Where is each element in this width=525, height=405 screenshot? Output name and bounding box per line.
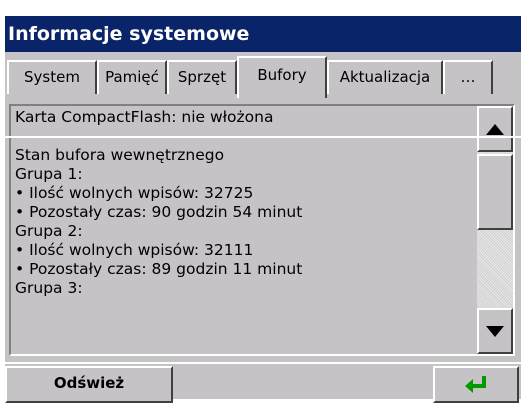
info-line: Grupa 2:	[15, 222, 83, 240]
enter-arrow-icon	[465, 376, 486, 393]
info-line: • Ilość wolnych wpisów: 32111	[15, 241, 254, 259]
tab-more[interactable]: …	[443, 60, 493, 94]
info-line: • Ilość wolnych wpisów: 32725	[15, 184, 254, 202]
info-line: Stan bufora wewnętrznego	[15, 146, 225, 164]
tab-hardware[interactable]: Sprzęt	[167, 60, 237, 94]
triangle-down-icon	[486, 325, 504, 337]
system-info-window: Informacje systemowe System Pamięć Sprzę…	[3, 14, 521, 403]
info-line: • Pozostały czas: 90 godzin 54 minut	[15, 203, 303, 221]
bottom-toolbar: Odśwież	[5, 362, 521, 403]
tab-update[interactable]: Aktualizacja	[327, 60, 443, 94]
info-line: Karta CompactFlash: nie włożona	[15, 108, 274, 126]
enter-button[interactable]	[433, 366, 519, 403]
tab-memory[interactable]: Pamięć	[97, 60, 167, 94]
window-title: Informacje systemowe	[5, 16, 521, 52]
buffer-info-text[interactable]: Karta CompactFlash: nie włożona -- Stan …	[13, 108, 475, 352]
vertical-scrollbar[interactable]	[477, 106, 513, 354]
triangle-up-icon	[486, 123, 504, 135]
tab-system[interactable]: System	[7, 60, 97, 94]
info-line: Grupa 1:	[15, 165, 83, 183]
info-line: Grupa 3:	[15, 279, 83, 297]
tab-bar: System Pamięć Sprzęt Bufory Aktualizacja…	[5, 56, 521, 138]
refresh-button[interactable]: Odśwież	[5, 366, 173, 403]
scroll-up-button[interactable]	[477, 106, 513, 152]
buffer-info-panel: Karta CompactFlash: nie włożona -- Stan …	[9, 104, 515, 356]
scrollbar-thumb[interactable]	[477, 154, 513, 230]
tab-divider	[5, 136, 521, 138]
scroll-down-button[interactable]	[477, 308, 513, 354]
tab-buffers[interactable]: Bufory	[237, 56, 327, 98]
info-line: • Pozostały czas: 89 godzin 11 minut	[15, 260, 303, 278]
